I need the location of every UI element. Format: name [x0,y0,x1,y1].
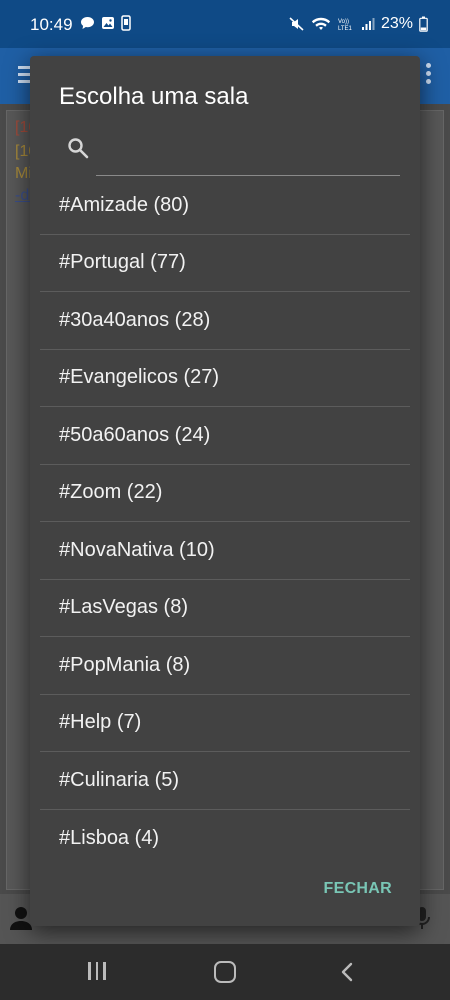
battery-percent: 23% [380,15,413,32]
room-item-lasvegas[interactable]: #LasVegas (8) [40,580,410,637]
message-icon [81,17,94,29]
phone-icon [121,15,131,31]
status-bar: 10:49 Vo)) LTE1 23% [0,0,450,48]
wifi-icon [311,17,331,30]
room-list: #Amizade (80) #Portugal (77) #30a40anos … [40,177,410,867]
dialog-title: Escolha uma sala [59,83,249,110]
more-vert-icon[interactable] [426,60,432,86]
room-item-culinaria[interactable]: #Culinaria (5) [40,752,410,810]
room-item-novanativa[interactable]: #NovaNativa (10) [40,522,410,580]
mute-icon [289,17,304,31]
system-nav-bar [0,944,450,1000]
room-item-evangelicos[interactable]: #Evangelicos (27) [40,350,410,407]
svg-text:LTE1: LTE1 [338,26,353,32]
back-button[interactable] [340,962,354,982]
room-search-input[interactable] [96,138,400,176]
room-picker-dialog: Escolha uma sala #Amizade (80) #Portugal… [30,56,420,926]
image-icon [102,17,114,29]
room-item-50a60anos[interactable]: #50a60anos (24) [40,407,410,465]
recent-apps-button[interactable] [88,962,106,980]
status-right-icons: Vo)) LTE1 23% [289,15,428,33]
svg-text:Vo)): Vo)) [338,19,349,25]
lte-icon: Vo))LTE1 [338,19,353,32]
user-icon[interactable] [10,906,32,930]
room-item-30a40anos[interactable]: #30a40anos (28) [40,292,410,350]
battery-icon [419,16,428,32]
signal-icon [361,18,375,30]
room-item-amizade[interactable]: #Amizade (80) [40,177,410,235]
room-item-portugal[interactable]: #Portugal (77) [40,235,410,292]
room-item-lisboa[interactable]: #Lisboa (4) [40,810,410,868]
status-time: 10:49 [30,15,73,34]
status-notification-icons [80,15,131,31]
search-icon [68,138,89,159]
room-item-popmania[interactable]: #PopMania (8) [40,637,410,695]
close-button[interactable]: FECHAR [324,880,392,898]
room-item-zoom[interactable]: #Zoom (22) [40,465,410,522]
room-item-help[interactable]: #Help (7) [40,695,410,752]
home-button[interactable] [214,961,236,983]
